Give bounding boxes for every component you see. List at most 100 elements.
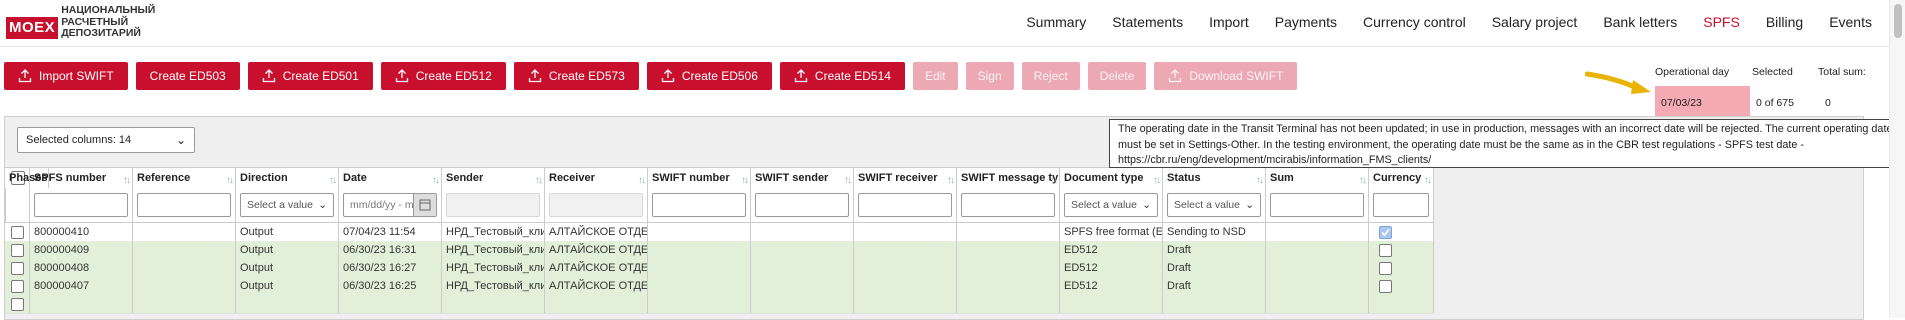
column-header-reference[interactable]: Reference ↑↓: [133, 168, 236, 188]
sort-icon[interactable]: ↑↓: [844, 171, 852, 188]
nav-events[interactable]: Events: [1816, 14, 1885, 30]
column-header-status[interactable]: Status ↑↓: [1163, 168, 1266, 188]
sort-icon[interactable]: ↑↓: [432, 171, 440, 188]
filter-input-sum[interactable]: [1270, 193, 1364, 217]
filter-input-swift-message-type[interactable]: [961, 193, 1055, 217]
phase-checkbox[interactable]: [1379, 262, 1392, 275]
filter-cell-swift-sender: [751, 188, 854, 222]
nsd-logo[interactable]: MOEX НАЦИОНАЛЬНЫЙ РАСЧЕТНЫЙ ДЕПОЗИТАРИЙ: [6, 4, 155, 40]
column-header-sum[interactable]: Sum ↑↓: [1266, 168, 1369, 188]
filter-input-currency[interactable]: [1373, 193, 1429, 217]
create-ed506-button[interactable]: Create ED506: [646, 62, 772, 90]
import-swift-button[interactable]: Import SWIFT: [4, 62, 128, 90]
edit-button[interactable]: Edit: [912, 62, 958, 90]
sort-icon[interactable]: ↑↓: [741, 171, 749, 188]
column-header-receiver[interactable]: Receiver ↑↓: [545, 168, 648, 188]
column-header-direction[interactable]: Direction ↑↓: [236, 168, 339, 188]
column-header-swift-sender[interactable]: SWIFT sender ↑↓: [751, 168, 854, 188]
column-header-swift-receiver[interactable]: SWIFT receiver ↑↓: [854, 168, 957, 188]
nav-spfs[interactable]: SPFS: [1690, 14, 1753, 30]
cell-swift-number: [648, 277, 751, 295]
sign-button[interactable]: Sign: [965, 62, 1014, 90]
top-header: MOEX НАЦИОНАЛЬНЫЙ РАСЧЕТНЫЙ ДЕПОЗИТАРИЙ …: [0, 0, 1905, 47]
column-header-label: Receiver: [549, 172, 595, 184]
upload-icon: [395, 69, 409, 83]
sort-icon[interactable]: ↑↓: [329, 171, 337, 188]
table-row[interactable]: 800000408 Output 06/30/23 16:27 НРД_Тестовы…: [5, 259, 1434, 278]
cell-swift-receiver: [854, 295, 957, 313]
sort-icon[interactable]: ↑↓: [123, 171, 131, 188]
phase-checkbox[interactable]: [1379, 244, 1392, 257]
scrollbar-thumb[interactable]: [1894, 4, 1902, 38]
sort-icon[interactable]: ↑↓: [947, 171, 955, 188]
create-ed512-button[interactable]: Create ED512: [380, 62, 506, 90]
column-header-swift-message-type[interactable]: SWIFT message type↑↓: [957, 168, 1060, 188]
nav-salary-project[interactable]: Salary project: [1479, 14, 1591, 30]
button-label: Reject: [1033, 69, 1068, 83]
upload-icon: [528, 69, 542, 83]
reject-button[interactable]: Reject: [1021, 62, 1080, 90]
total-sum-value: 0: [1825, 97, 1831, 109]
filter-input-swift-receiver[interactable]: [858, 193, 952, 217]
create-ed501-button[interactable]: Create ED501: [247, 62, 373, 90]
operational-day-value[interactable]: 07/03/23: [1655, 86, 1750, 120]
download-swift-button[interactable]: Download SWIFT: [1154, 62, 1298, 90]
row-checkbox[interactable]: [11, 226, 24, 239]
filter-cell-sum: [1266, 188, 1369, 222]
filter-select-status[interactable]: Select a value ⌄: [1167, 193, 1261, 217]
row-checkbox[interactable]: [11, 262, 24, 275]
filter-date-range[interactable]: mm/dd/yy - mm: [343, 193, 437, 217]
sort-icon[interactable]: ↑↓: [1424, 171, 1432, 188]
row-checkbox[interactable]: [11, 298, 24, 311]
filter-cell-spfs-number: [30, 188, 133, 222]
filter-input-swift-sender[interactable]: [755, 193, 849, 217]
create-ed503-button[interactable]: Create ED503: [135, 62, 240, 90]
nav-summary[interactable]: Summary: [1013, 14, 1099, 30]
sort-icon[interactable]: ↑↓: [638, 171, 646, 188]
column-header-sender[interactable]: Sender ↑↓: [442, 168, 545, 188]
filter-input-swift-number[interactable]: [652, 193, 746, 217]
button-label: Create ED503: [149, 69, 226, 83]
filter-input-spfs-number[interactable]: [34, 193, 128, 217]
table-row[interactable]: [5, 295, 1434, 314]
cell-phases: [1369, 295, 1434, 313]
sort-icon[interactable]: ↑↓: [1153, 171, 1161, 188]
delete-button[interactable]: Delete: [1087, 62, 1147, 90]
create-ed514-button[interactable]: Create ED514: [779, 62, 905, 90]
filter-cell-swift-receiver: [854, 188, 957, 222]
column-header-currency[interactable]: Currency ↑↓: [1369, 168, 1434, 188]
column-header-date[interactable]: Date ↑↓: [339, 168, 442, 188]
page-scrollbar[interactable]: [1889, 0, 1905, 318]
filter-select-document-type[interactable]: Select a value ⌄: [1064, 193, 1158, 217]
phase-checkbox[interactable]: [1379, 226, 1392, 239]
table-row[interactable]: 800000407 Output 06/30/23 16:25 НРД_Тестовы…: [5, 277, 1434, 296]
row-checkbox[interactable]: [11, 244, 24, 257]
table-row[interactable]: 800000409 Output 06/30/23 16:31 НРД_Тестовы…: [5, 241, 1434, 260]
phase-checkbox[interactable]: [1379, 280, 1392, 293]
sort-icon[interactable]: ↑↓: [1050, 171, 1058, 188]
cell-document-type: SPFS free format (ED5...: [1060, 223, 1163, 241]
column-selector[interactable]: Selected columns: 14 ⌄: [17, 127, 195, 153]
nav-payments[interactable]: Payments: [1262, 14, 1350, 30]
table-row[interactable]: 800000410 Output 07/04/23 11:54 НРД_Тестовы…: [5, 223, 1434, 242]
nav-billing[interactable]: Billing: [1753, 14, 1816, 30]
filter-select-direction[interactable]: Select a value ⌄: [240, 193, 334, 217]
column-header-phases[interactable]: Phases: [5, 168, 49, 188]
cell-spfs-number: 800000410: [30, 223, 133, 241]
nav-import[interactable]: Import: [1196, 14, 1262, 30]
column-header-label: SWIFT number: [652, 172, 730, 184]
row-checkbox[interactable]: [11, 280, 24, 293]
column-header-swift-number[interactable]: SWIFT number ↑↓: [648, 168, 751, 188]
selected-label: Selected: [1752, 66, 1793, 78]
sort-icon[interactable]: ↑↓: [535, 171, 543, 188]
sort-icon[interactable]: ↑↓: [226, 171, 234, 188]
sort-icon[interactable]: ↑↓: [1359, 171, 1367, 188]
sort-icon[interactable]: ↑↓: [1256, 171, 1264, 188]
nav-currency-control[interactable]: Currency control: [1350, 14, 1479, 30]
create-ed573-button[interactable]: Create ED573: [513, 62, 639, 90]
nav-bank-letters[interactable]: Bank letters: [1590, 14, 1690, 30]
nav-statements[interactable]: Statements: [1099, 14, 1196, 30]
filter-input-reference[interactable]: [137, 193, 231, 217]
column-header-document-type[interactable]: Document type ↑↓: [1060, 168, 1163, 188]
calendar-icon[interactable]: [413, 194, 436, 216]
